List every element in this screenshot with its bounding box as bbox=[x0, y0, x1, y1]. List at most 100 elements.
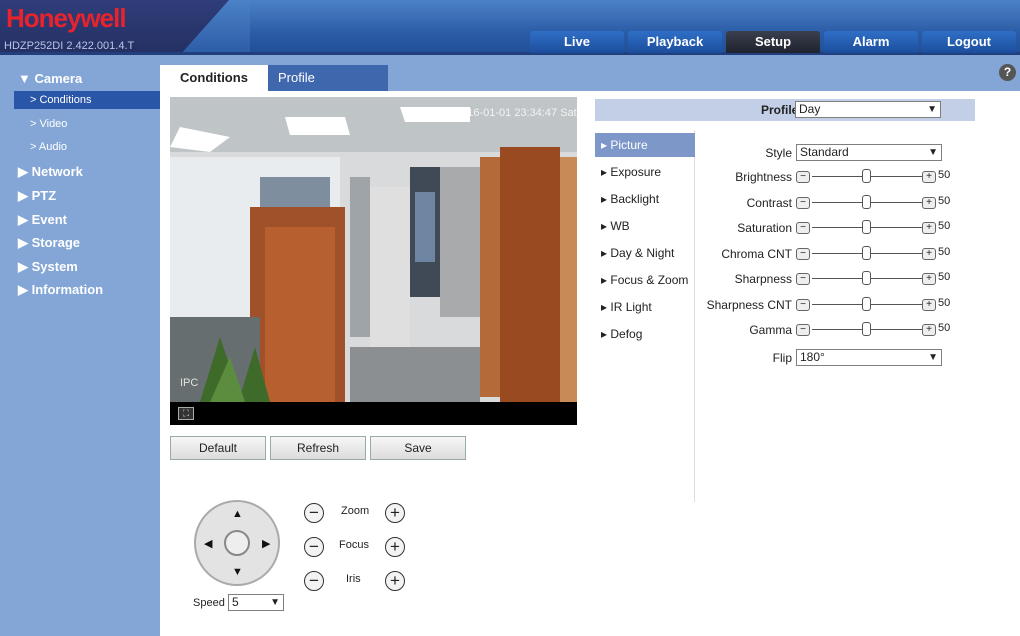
triangle-right-icon: ▶ bbox=[18, 235, 32, 250]
sidebar-ptz[interactable]: ▶ PTZ bbox=[18, 188, 56, 204]
minus-icon[interactable]: − bbox=[796, 324, 810, 336]
minus-icon[interactable]: − bbox=[796, 247, 810, 260]
plus-icon[interactable]: + bbox=[922, 298, 936, 311]
slider-value: 50 bbox=[938, 271, 951, 283]
slider-label: Gamma bbox=[749, 323, 792, 337]
fullscreen-icon[interactable]: ⛶ bbox=[178, 407, 194, 420]
slider-label: Saturation bbox=[737, 221, 792, 235]
chevron-down-icon: ▼ bbox=[270, 597, 280, 608]
profile-label: Profile bbox=[761, 103, 799, 117]
save-button[interactable]: Save bbox=[370, 436, 466, 460]
submenu-defog[interactable]: ▸ Defog bbox=[595, 322, 695, 346]
ptz-left-arrow-icon[interactable]: ◀ bbox=[204, 537, 212, 550]
sidebar-item-audio[interactable]: > Audio bbox=[30, 141, 67, 153]
zoom-out-button[interactable]: − bbox=[304, 503, 324, 523]
slider-thumb[interactable] bbox=[862, 169, 871, 183]
help-icon[interactable]: ? bbox=[999, 64, 1016, 81]
slider-thumb[interactable] bbox=[862, 194, 871, 209]
ptz-right-arrow-icon[interactable]: ▶ bbox=[262, 537, 270, 550]
plus-icon[interactable]: + bbox=[922, 171, 936, 183]
settings-submenu: ▸ Picture ▸ Exposure ▸ Backlight ▸ WB ▸ … bbox=[595, 130, 695, 502]
sidebar-event[interactable]: ▶ Event bbox=[18, 212, 67, 228]
minus-icon[interactable]: − bbox=[796, 222, 810, 234]
plus-icon[interactable]: + bbox=[922, 247, 936, 260]
triangle-right-icon: ▸ bbox=[601, 219, 611, 233]
speed-select[interactable]: 5 ▼ bbox=[228, 594, 284, 611]
flip-label: Flip bbox=[772, 351, 792, 365]
slider-thumb[interactable] bbox=[862, 296, 871, 311]
ptz-direction-pad[interactable]: ▲ ▼ ◀ ▶ bbox=[194, 500, 280, 586]
slider-label: Sharpness CNT bbox=[706, 297, 792, 312]
slider-thumb[interactable] bbox=[862, 322, 871, 336]
slider-value: 50 bbox=[938, 245, 951, 258]
sidebar-network[interactable]: ▶ Network bbox=[18, 164, 83, 180]
submenu-day-night[interactable]: ▸ Day & Night bbox=[595, 241, 695, 265]
triangle-right-icon: ▶ bbox=[18, 282, 32, 297]
triangle-right-icon: ▶ bbox=[18, 188, 32, 203]
tab-profile-management[interactable]: Profile Management bbox=[268, 65, 388, 111]
profile-select[interactable]: Day ▼ bbox=[795, 101, 941, 118]
zoom-label: Zoom bbox=[341, 505, 370, 517]
submenu-picture[interactable]: ▸ Picture bbox=[595, 133, 695, 157]
submenu-ir-light[interactable]: ▸ IR Light bbox=[595, 295, 695, 319]
sidebar-item-video[interactable]: > Video bbox=[30, 118, 67, 130]
tab-conditions[interactable]: Conditions bbox=[160, 65, 268, 91]
slider-row: − +50 bbox=[796, 322, 966, 338]
triangle-right-icon: ▸ bbox=[601, 165, 611, 179]
slider-label: Sharpness bbox=[734, 272, 792, 286]
default-button[interactable]: Default bbox=[170, 436, 266, 460]
plus-icon[interactable]: + bbox=[922, 324, 936, 336]
nav-live[interactable]: Live bbox=[530, 31, 624, 53]
iris-label: Iris bbox=[346, 573, 361, 585]
sidebar-system[interactable]: ▶ System bbox=[18, 259, 78, 275]
video-preview[interactable]: 2016-01-01 23:34:47 Sat IPC ⛶ bbox=[170, 97, 577, 425]
submenu-focus-zoom[interactable]: ▸ Focus & Zoom bbox=[595, 268, 695, 292]
plus-icon[interactable]: + bbox=[922, 273, 936, 285]
slider-row: − +50 bbox=[796, 169, 966, 185]
nav-setup[interactable]: Setup bbox=[726, 31, 820, 53]
iris-open-button[interactable]: + bbox=[385, 571, 405, 591]
ptz-up-arrow-icon[interactable]: ▲ bbox=[232, 508, 243, 520]
honeywell-logo: Honeywell bbox=[6, 3, 127, 33]
submenu-exposure[interactable]: ▸ Exposure bbox=[595, 160, 695, 184]
flip-select[interactable]: 180° ▼ bbox=[796, 349, 942, 366]
slider-thumb[interactable] bbox=[862, 271, 871, 285]
sidebar-information[interactable]: ▶ Information bbox=[18, 282, 103, 298]
focus-near-button[interactable]: − bbox=[304, 537, 324, 557]
slider-thumb[interactable] bbox=[862, 245, 871, 260]
minus-icon[interactable]: − bbox=[796, 171, 810, 183]
device-model: HDZP252DI 2.422.001.4.T bbox=[4, 40, 135, 52]
submenu-backlight[interactable]: ▸ Backlight bbox=[595, 187, 695, 211]
ptz-down-arrow-icon[interactable]: ▼ bbox=[232, 566, 243, 578]
triangle-right-icon: ▸ bbox=[601, 327, 611, 341]
iris-close-button[interactable]: − bbox=[304, 571, 324, 591]
zoom-in-button[interactable]: + bbox=[385, 503, 405, 523]
triangle-right-icon: ▸ bbox=[601, 138, 611, 152]
ptz-center-button[interactable] bbox=[224, 530, 250, 556]
focus-far-button[interactable]: + bbox=[385, 537, 405, 557]
refresh-button[interactable]: Refresh bbox=[270, 436, 366, 460]
sidebar-item-conditions[interactable]: > Conditions bbox=[30, 94, 91, 106]
slider-thumb[interactable] bbox=[862, 220, 871, 234]
main-panel: Conditions Profile Management ? bbox=[160, 55, 1020, 636]
slider-row: − +50 bbox=[796, 296, 966, 313]
triangle-right-icon: ▶ bbox=[18, 259, 32, 274]
sidebar-camera[interactable]: ▼ Camera bbox=[18, 71, 82, 86]
nav-playback[interactable]: Playback bbox=[628, 31, 722, 53]
submenu-wb[interactable]: ▸ WB bbox=[595, 214, 695, 238]
focus-label: Focus bbox=[339, 539, 369, 551]
minus-icon[interactable]: − bbox=[796, 196, 810, 209]
sidebar-storage[interactable]: ▶ Storage bbox=[18, 235, 80, 251]
slider-row: − +50 bbox=[796, 220, 966, 236]
slider-value: 50 bbox=[938, 322, 951, 334]
nav-alarm[interactable]: Alarm bbox=[824, 31, 918, 53]
osd-timestamp: 2016-01-01 23:34:47 Sat bbox=[455, 107, 577, 119]
plus-icon[interactable]: + bbox=[922, 196, 936, 209]
triangle-right-icon: ▶ bbox=[18, 212, 32, 227]
slider-label: Chroma CNT bbox=[721, 246, 792, 261]
nav-logout[interactable]: Logout bbox=[922, 31, 1016, 53]
minus-icon[interactable]: − bbox=[796, 273, 810, 285]
plus-icon[interactable]: + bbox=[922, 222, 936, 234]
style-select[interactable]: Standard ▼ bbox=[796, 144, 942, 161]
minus-icon[interactable]: − bbox=[796, 298, 810, 311]
